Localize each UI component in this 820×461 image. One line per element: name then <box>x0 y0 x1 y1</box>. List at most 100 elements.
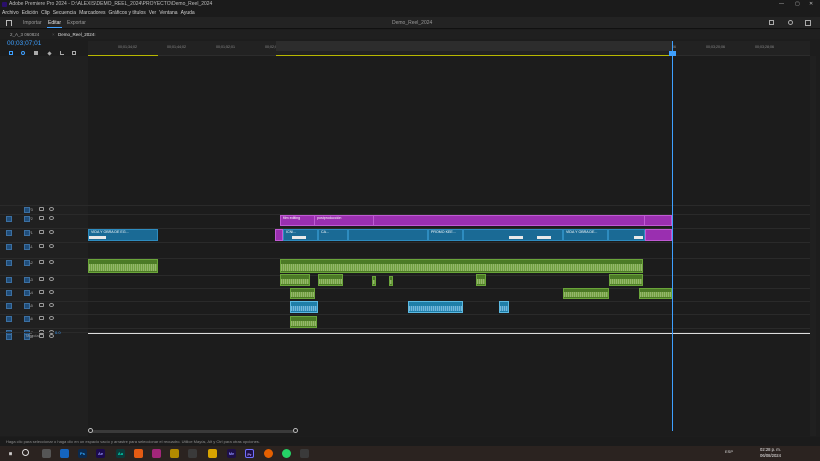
audio-clip[interactable] <box>372 276 376 286</box>
video-clip[interactable]: VIDA Y OBRA DE EG... <box>88 229 158 241</box>
track-header[interactable]: A4 <box>0 289 88 301</box>
video-clip[interactable] <box>348 229 428 241</box>
menu-ver[interactable]: Ver <box>149 10 157 16</box>
media-encoder-icon[interactable]: Me <box>227 449 236 458</box>
work-area-bar[interactable] <box>276 41 672 51</box>
track-header[interactable]: V2 <box>0 215 88 227</box>
mix-level-line[interactable] <box>88 333 810 334</box>
mix-value[interactable]: 0.0 <box>55 330 61 335</box>
eye-icon[interactable] <box>49 230 54 234</box>
app-dark-icon[interactable] <box>300 449 309 458</box>
audio-clip[interactable] <box>290 288 315 299</box>
sequence-tab-2[interactable]: Demo_Reel_2024 <box>58 30 94 39</box>
track-target-toggle[interactable] <box>24 244 30 250</box>
video-clip[interactable] <box>608 229 645 241</box>
linked-selection-icon[interactable] <box>21 51 25 55</box>
track-target-toggle[interactable] <box>24 316 30 322</box>
eye-icon[interactable] <box>49 207 54 211</box>
track-header[interactable]: A3 <box>0 276 88 288</box>
app-pink-icon[interactable] <box>152 449 161 458</box>
playhead-line[interactable] <box>672 41 673 431</box>
track-header[interactable]: V1 <box>0 229 88 241</box>
share-icon[interactable] <box>769 20 774 25</box>
audio-clip[interactable] <box>290 301 318 313</box>
lock-icon[interactable] <box>39 244 44 248</box>
audio-clip[interactable] <box>476 274 486 286</box>
source-patch-toggle[interactable] <box>6 277 12 283</box>
source-patch-toggle[interactable] <box>6 260 12 266</box>
lock-icon[interactable] <box>39 290 44 294</box>
timecode-display[interactable]: 00;03;07;01 <box>7 40 41 47</box>
audio-clip[interactable] <box>408 301 463 313</box>
source-patch-toggle[interactable] <box>6 303 12 309</box>
lock-icon[interactable] <box>39 216 44 220</box>
track-header[interactable]: V3 <box>0 206 88 214</box>
premiere-taskbar-icon[interactable]: Pr <box>245 449 254 458</box>
lock-icon[interactable] <box>39 230 44 234</box>
home-icon[interactable] <box>6 20 12 26</box>
video-clip[interactable]: VIDA Y OBRA DE... <box>563 229 608 241</box>
title-clip[interactable] <box>645 229 672 241</box>
language-indicator[interactable]: ESP <box>725 449 733 454</box>
snap-icon[interactable] <box>9 51 13 55</box>
source-patch-toggle[interactable] <box>6 230 12 236</box>
file-explorer-icon[interactable] <box>208 449 217 458</box>
add-marker-icon[interactable] <box>34 51 38 55</box>
audio-clip[interactable] <box>318 274 343 286</box>
audio-clip[interactable] <box>563 288 609 299</box>
source-patch-toggle[interactable] <box>6 334 12 340</box>
sequence-tab-1[interactable]: 2_A_3 060824 <box>10 30 39 39</box>
photoshop-icon[interactable]: Ps <box>78 449 87 458</box>
windows-start-icon[interactable]: ⊞ <box>6 449 15 458</box>
lock-icon[interactable] <box>39 277 44 281</box>
track-target-toggle[interactable] <box>24 230 30 236</box>
video-clip[interactable]: ICNI... <box>283 229 318 241</box>
track-target-toggle[interactable] <box>24 216 30 222</box>
help-icon[interactable] <box>788 20 793 25</box>
track-target-toggle[interactable] <box>24 303 30 309</box>
search-icon[interactable] <box>22 449 29 456</box>
horizontal-scrollbar[interactable] <box>90 430 295 433</box>
track-header[interactable]: A1 <box>0 243 88 258</box>
title-clip[interactable]: postproducción <box>314 215 374 226</box>
mute-icon[interactable] <box>49 316 54 320</box>
title-clip[interactable] <box>644 215 672 226</box>
track-target-toggle[interactable] <box>24 207 30 213</box>
menu-secuencia[interactable]: Secuencia <box>53 10 76 16</box>
menu-ayuda[interactable]: Ayuda <box>181 10 195 16</box>
source-patch-toggle[interactable] <box>6 290 12 296</box>
track-target-toggle[interactable] <box>24 277 30 283</box>
menu-clip[interactable]: Clip <box>41 10 50 16</box>
firefox-icon[interactable] <box>264 449 273 458</box>
lock-icon[interactable] <box>39 316 44 320</box>
audition-icon[interactable]: Au <box>116 449 125 458</box>
lock-icon[interactable] <box>39 260 44 264</box>
menu-edicion[interactable]: Edición <box>22 10 38 16</box>
clock-date[interactable]: 06/08/2024 <box>760 453 781 458</box>
tab-exportar[interactable]: Exportar <box>67 17 86 29</box>
audio-clip[interactable] <box>280 274 310 286</box>
source-patch-toggle[interactable] <box>6 216 12 222</box>
mute-icon[interactable] <box>49 277 54 281</box>
audio-clip[interactable] <box>280 259 643 273</box>
tab-menu-icon[interactable]: ≡ <box>93 30 96 39</box>
app-gray-icon[interactable] <box>188 449 197 458</box>
audio-clip[interactable] <box>639 288 672 299</box>
wrench-icon[interactable] <box>60 51 64 55</box>
source-patch-toggle[interactable] <box>6 244 12 250</box>
lock-icon[interactable] <box>39 334 44 338</box>
minimize-button[interactable]: — <box>779 0 784 9</box>
lock-icon[interactable] <box>39 207 44 211</box>
mute-icon[interactable] <box>49 290 54 294</box>
vertical-scrollbar[interactable] <box>810 56 816 436</box>
audio-clip[interactable] <box>609 274 643 286</box>
marker-icon[interactable] <box>47 51 52 56</box>
mute-icon[interactable] <box>49 260 54 264</box>
menu-ventana[interactable]: Ventana <box>159 10 177 16</box>
track-header[interactable]: A6 <box>0 315 88 328</box>
track-target-toggle[interactable] <box>24 290 30 296</box>
track-target-toggle[interactable] <box>24 260 30 266</box>
title-clip[interactable] <box>275 229 283 241</box>
fullscreen-icon[interactable] <box>805 20 811 26</box>
whatsapp-icon[interactable] <box>282 449 291 458</box>
